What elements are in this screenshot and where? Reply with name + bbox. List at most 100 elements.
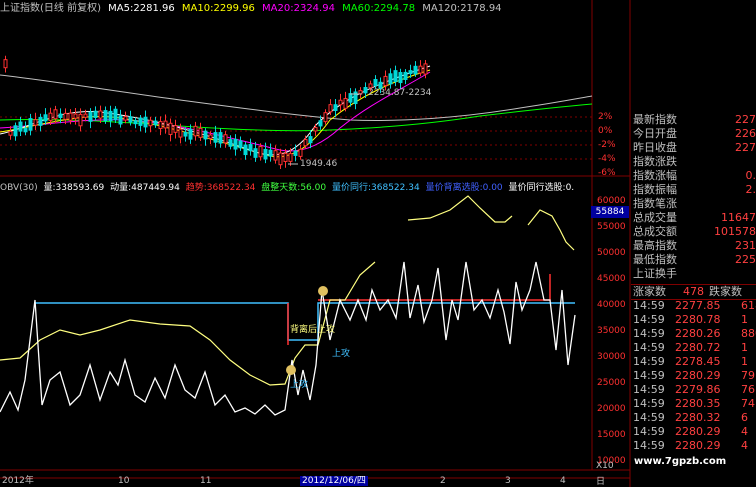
candle-body bbox=[93, 110, 98, 118]
date-axis-label: 3 bbox=[505, 476, 511, 486]
tick-time: 14:59 bbox=[633, 313, 665, 326]
candle-body bbox=[283, 152, 288, 162]
tick-row: 14:59 2280.29 4 bbox=[631, 438, 756, 453]
quote-label: 指数笔涨 bbox=[633, 197, 677, 210]
candle-body bbox=[23, 127, 28, 133]
tick-vol: 79 bbox=[741, 369, 755, 382]
quote-row: 昨日收盘 227 bbox=[631, 140, 756, 155]
candle-body bbox=[223, 134, 228, 144]
candle-body bbox=[288, 153, 293, 162]
rise-annotation-2: 上攻 bbox=[332, 349, 351, 359]
candle-body bbox=[3, 59, 8, 69]
candle-body bbox=[408, 70, 413, 75]
candle-body bbox=[8, 130, 13, 136]
decline-label: 跌家数 bbox=[709, 285, 742, 298]
obv-axis-label: 25000 bbox=[597, 378, 626, 388]
candle-body bbox=[233, 138, 238, 150]
candle-body bbox=[323, 112, 328, 123]
quote-value: 227 bbox=[735, 141, 756, 154]
quote-row: 指数涨跌 bbox=[631, 154, 756, 169]
obv-axis-label: 35000 bbox=[597, 326, 626, 336]
tick-time: 14:59 bbox=[633, 397, 665, 410]
candle-body bbox=[398, 72, 403, 84]
tick-price: 2280.29 bbox=[675, 425, 721, 438]
quote-row: 总成交额 101578 bbox=[631, 224, 756, 239]
date-axis-label: 4 bbox=[560, 476, 566, 486]
tick-row: 14:59 2280.35 74 bbox=[631, 396, 756, 411]
quote-row: 上证换手 bbox=[631, 266, 756, 281]
tick-price: 2280.72 bbox=[675, 341, 721, 354]
candle-body bbox=[418, 65, 423, 74]
tick-vol: 618 bbox=[741, 299, 756, 312]
quote-value: 226 bbox=[735, 127, 756, 140]
candle-body bbox=[303, 139, 308, 147]
tick-time: 14:59 bbox=[633, 411, 665, 424]
quote-value: 11647 bbox=[721, 211, 756, 224]
quote-row: 总成交量 11647 bbox=[631, 210, 756, 225]
candle-body bbox=[48, 112, 53, 121]
percent-label: -6% bbox=[598, 168, 616, 178]
candle-body bbox=[118, 115, 123, 125]
quote-label: 总成交量 bbox=[633, 211, 677, 224]
obv-name[interactable]: OBV(30) bbox=[0, 183, 38, 193]
advance-value: 478 bbox=[683, 285, 704, 298]
candle-body bbox=[403, 71, 408, 80]
tick-time: 14:59 bbox=[633, 439, 665, 452]
obv-sync-value: 368522.34 bbox=[371, 183, 420, 193]
tick-price: 2280.32 bbox=[675, 411, 721, 424]
candle-body bbox=[358, 90, 363, 95]
obv-sync-label: 量价同行: bbox=[331, 183, 372, 193]
period-label[interactable]: 日 bbox=[596, 474, 605, 487]
percent-label: -4% bbox=[598, 154, 616, 164]
candle-body bbox=[373, 78, 378, 86]
obv-vol-value: 338593.69 bbox=[55, 183, 105, 193]
candle-body bbox=[43, 114, 48, 122]
tick-vol: 76 bbox=[741, 383, 755, 396]
tick-vol: 4 bbox=[741, 425, 748, 438]
obv-axis-label: 45000 bbox=[597, 274, 626, 284]
signal-coin-icon[interactable] bbox=[286, 365, 296, 375]
candle-body bbox=[328, 104, 333, 113]
candle-body bbox=[213, 132, 218, 143]
tick-price: 2280.29 bbox=[675, 369, 721, 382]
candle-body bbox=[158, 121, 163, 130]
candle-body bbox=[343, 98, 348, 109]
quote-label: 最高指数 bbox=[633, 239, 677, 252]
obv-sync-pick-value: 0. bbox=[565, 183, 575, 193]
candlesticks bbox=[3, 55, 428, 170]
candle-body bbox=[173, 125, 178, 133]
candle-body bbox=[238, 140, 243, 149]
quote-label: 最低指数 bbox=[633, 253, 677, 266]
candle-body bbox=[193, 125, 198, 137]
quote-row: 最新指数 227 bbox=[631, 112, 756, 127]
quote-value: 225 bbox=[735, 253, 756, 266]
tick-price: 2278.45 bbox=[675, 355, 721, 368]
candle-body bbox=[163, 120, 168, 129]
tick-price: 2277.85 bbox=[675, 299, 721, 312]
candle-body bbox=[348, 93, 353, 103]
obv-axis-label: 55000 bbox=[597, 222, 626, 232]
percent-label: -2% bbox=[598, 140, 616, 150]
signal-coin-icon[interactable] bbox=[318, 286, 328, 296]
quote-label: 今日开盘 bbox=[633, 127, 677, 140]
obv-sync-pick-label: 量价同行选股: bbox=[508, 183, 566, 193]
tick-row: 14:59 2280.78 1 bbox=[631, 312, 756, 327]
tick-row: 14:59 2277.85 618 bbox=[631, 298, 756, 313]
candle-body bbox=[103, 110, 108, 122]
candle-body bbox=[253, 148, 258, 158]
candle-body bbox=[338, 99, 343, 106]
quote-value: 2. bbox=[745, 183, 756, 196]
candle-body bbox=[128, 116, 133, 123]
obv-header: OBV(30) 量:338593.69 动量:487449.94 趋势:3685… bbox=[0, 182, 574, 194]
tick-time: 14:59 bbox=[633, 369, 665, 382]
obv-trend-label: 趋势: bbox=[185, 183, 207, 193]
tick-row: 14:59 2280.29 79 bbox=[631, 368, 756, 383]
date-axis-label: 2 bbox=[440, 476, 446, 486]
candle-body bbox=[38, 116, 43, 126]
obv-vol-label: 量: bbox=[43, 183, 56, 193]
candle-body bbox=[258, 146, 263, 158]
obv-divergence-label: 量价背离选股: bbox=[425, 183, 483, 193]
candle-body bbox=[228, 139, 233, 147]
candle-body bbox=[113, 108, 118, 121]
quote-value: 231 bbox=[735, 239, 756, 252]
